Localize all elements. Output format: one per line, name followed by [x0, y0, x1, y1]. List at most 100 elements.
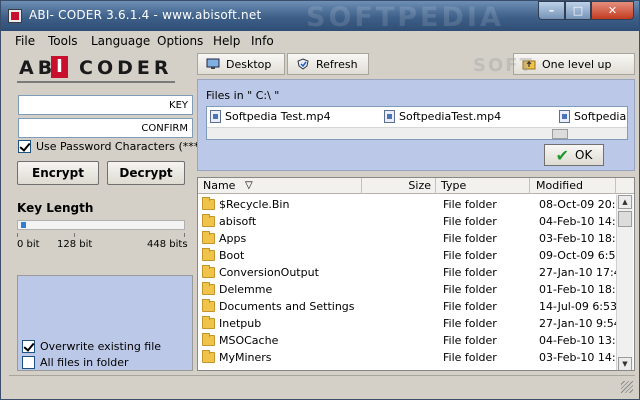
row-name: Inetpub: [219, 317, 262, 330]
encrypt-button[interactable]: Encrypt: [17, 161, 99, 185]
row-name: Boot: [219, 249, 245, 262]
row-modified: 08-Oct-09 20:01: [539, 198, 616, 211]
folder-icon: [202, 231, 215, 244]
menu-options[interactable]: Options: [157, 34, 203, 48]
row-type: File folder: [443, 232, 497, 245]
file-item-label: Softpedia Test.mp4: [225, 110, 331, 123]
toolbar: Desktop Refresh One level up: [197, 53, 635, 75]
scroll-up-arrow-icon[interactable]: ▲: [618, 195, 632, 209]
menu-file[interactable]: File: [15, 34, 35, 48]
table-row[interactable]: Documents and Settings File folder 14-Jul-…: [198, 298, 616, 315]
desktop-button[interactable]: Desktop: [197, 53, 285, 75]
decrypt-button[interactable]: Decrypt: [107, 161, 185, 185]
overwrite-option[interactable]: Overwrite existing file: [22, 340, 161, 353]
app-icon[interactable]: [8, 9, 22, 23]
all-files-checkbox[interactable]: [22, 356, 35, 369]
menu-info[interactable]: Info: [251, 34, 274, 48]
file-item[interactable]: Softpedia: [559, 110, 626, 123]
row-modified: 01-Feb-10 18:32: [539, 283, 616, 296]
title-bar[interactable]: ABI- CODER 3.6.1.4 - www.abisoft.net SOF…: [1, 1, 639, 33]
row-name: Delemme: [219, 283, 273, 296]
table-row[interactable]: MyMiners File folder 03-Feb-10 14:05: [198, 349, 616, 366]
video-file-icon: [384, 110, 395, 123]
table-row[interactable]: abisoft File folder 04-Feb-10 14:17: [198, 213, 616, 230]
table-row[interactable]: $Recycle.Bin File folder 08-Oct-09 20:01: [198, 196, 616, 213]
column-header-name[interactable]: Name ▽: [198, 178, 362, 194]
key-length-slider-thumb[interactable]: [21, 222, 26, 228]
row-modified: 14-Jul-09 6:53: [539, 300, 616, 313]
close-button[interactable]: ✕: [591, 1, 634, 20]
row-name: $Recycle.Bin: [219, 198, 290, 211]
menu-language[interactable]: Language: [91, 34, 150, 48]
refresh-button[interactable]: Refresh: [287, 53, 369, 75]
table-header: Name ▽ Size Type Modified: [198, 178, 634, 194]
status-bar: [9, 375, 635, 395]
key-length-title: Key Length: [17, 201, 94, 215]
table-scrollbar-thumb[interactable]: [618, 211, 632, 227]
key-length-tick-mid: [74, 233, 75, 237]
file-item-label: SoftpediaTest.mp4: [399, 110, 502, 123]
minimize-button[interactable]: –: [538, 1, 565, 20]
files-horizontal-scrollbar[interactable]: [207, 127, 627, 139]
row-type: File folder: [443, 215, 497, 228]
app-window: ABI- CODER 3.6.1.4 - www.abisoft.net SOF…: [0, 0, 640, 400]
overwrite-checkbox[interactable]: [22, 340, 35, 353]
menu-help[interactable]: Help: [213, 34, 240, 48]
folder-icon: [202, 333, 215, 346]
row-type: File folder: [443, 249, 497, 262]
scroll-down-arrow-icon[interactable]: ▼: [618, 357, 632, 370]
row-type: File folder: [443, 334, 497, 347]
desktop-icon: [206, 58, 220, 70]
row-name: MSOCache: [219, 334, 279, 347]
key-length-slider[interactable]: [17, 220, 185, 230]
menu-tools[interactable]: Tools: [48, 34, 78, 48]
column-header-size[interactable]: Size: [362, 178, 436, 194]
row-type: File folder: [443, 283, 497, 296]
row-modified: 27-Jan-10 17:43: [539, 266, 616, 279]
row-name: ConversionOutput: [219, 266, 319, 279]
refresh-shield-icon: [296, 58, 310, 70]
ok-button[interactable]: ✔ OK: [544, 144, 604, 166]
column-name-label: Name: [203, 179, 236, 192]
refresh-label: Refresh: [316, 57, 358, 71]
maximize-button[interactable]: □: [565, 1, 591, 20]
tick-label-128: 128 bit: [57, 239, 93, 250]
row-type: File folder: [443, 351, 497, 364]
column-header-modified[interactable]: Modified: [530, 178, 616, 194]
use-password-characters-option[interactable]: Use Password Characters (***): [18, 140, 204, 153]
files-in-list[interactable]: Softpedia Test.mp4 SoftpediaTest.mp4 Sof…: [206, 106, 628, 140]
row-name: abisoft: [219, 215, 257, 228]
row-modified: 04-Feb-10 14:17: [539, 215, 616, 228]
files-scrollbar-thumb[interactable]: [552, 129, 568, 139]
row-modified: 03-Feb-10 14:05: [539, 351, 616, 364]
menu-bar: File Tools Language Options Help Info: [1, 31, 639, 51]
table-row[interactable]: Apps File folder 03-Feb-10 18:20: [198, 230, 616, 247]
tick-label-448: 448 bits: [147, 239, 188, 250]
folder-icon: [202, 316, 215, 329]
table-row[interactable]: Delemme File folder 01-Feb-10 18:32: [198, 281, 616, 298]
table-row[interactable]: Inetpub File folder 27-Jan-10 9:54: [198, 315, 616, 332]
softpedia-watermark: SOFTPEDIA: [306, 2, 504, 33]
use-password-characters-checkbox[interactable]: [18, 140, 31, 153]
tick-label-0: 0 bit: [17, 239, 40, 250]
logo-text-right: CODER: [79, 57, 173, 79]
file-item[interactable]: SoftpediaTest.mp4: [384, 110, 501, 123]
folder-icon: [202, 197, 215, 210]
file-item[interactable]: Softpedia Test.mp4: [210, 110, 331, 123]
table-row[interactable]: ConversionOutput File folder 27-Jan-10 17:…: [198, 264, 616, 281]
row-name: MyMiners: [219, 351, 272, 364]
folder-icon: [202, 265, 215, 278]
key-input[interactable]: KEY: [18, 95, 193, 115]
column-header-type[interactable]: Type: [436, 178, 530, 194]
row-type: File folder: [443, 300, 497, 313]
resize-grip-icon[interactable]: [621, 381, 633, 393]
toolbar-watermark: SOFT: [473, 55, 534, 76]
table-row[interactable]: Boot File folder 09-Oct-09 6:53: [198, 247, 616, 264]
row-name: Documents and Settings: [219, 300, 355, 313]
file-browser-table: Name ▽ Size Type Modified $Recycle.Bin Fi…: [197, 177, 635, 371]
table-vertical-scrollbar[interactable]: ▲ ▼: [616, 195, 633, 370]
confirm-key-input[interactable]: CONFIRM: [18, 118, 193, 138]
all-files-option[interactable]: All files in folder: [22, 356, 129, 369]
abi-coder-logo: AB I CODER: [17, 56, 177, 83]
table-row[interactable]: MSOCache File folder 04-Feb-10 13:35: [198, 332, 616, 349]
